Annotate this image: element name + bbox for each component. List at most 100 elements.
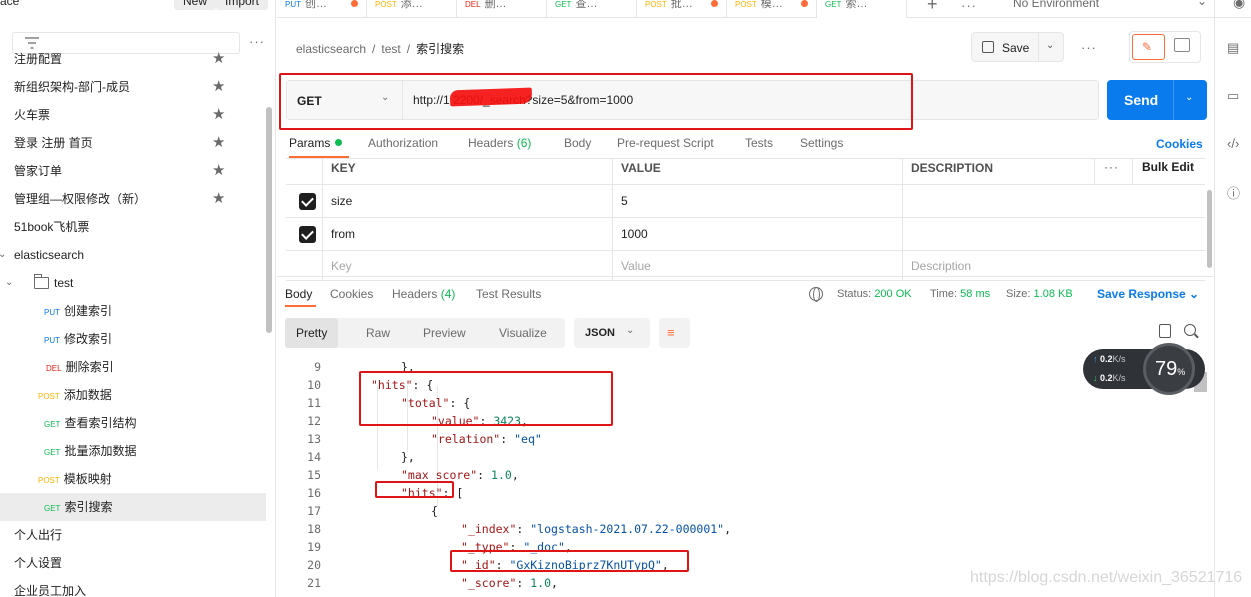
tab-prerequest[interactable]: Pre-request Script [617, 136, 714, 150]
collection-item[interactable]: 管家订单 ★ [0, 157, 266, 185]
save-button[interactable]: Save ⌄ [971, 32, 1064, 62]
collection-item[interactable]: 火车票 ★ [0, 101, 266, 129]
tree-item-label: 模板映射 [63, 472, 112, 486]
import-button[interactable]: Import [216, 0, 269, 10]
comments-icon[interactable]: ▭ [1227, 88, 1239, 104]
request-tab[interactable]: GET 查… [547, 0, 637, 18]
new-button[interactable]: New [174, 0, 217, 10]
edit-mode-button[interactable]: ✎ [1132, 34, 1165, 60]
request-tab[interactable]: GET 索… [817, 0, 907, 18]
tab-params[interactable]: Params [289, 136, 343, 150]
collection-item[interactable]: 注册配置 ★ [0, 45, 266, 73]
view-mode-raw[interactable]: Raw [355, 318, 401, 348]
sidebar-scrollbar[interactable] [266, 107, 272, 333]
chevron-down-icon[interactable]: ⌄ [1197, 0, 1207, 8]
send-button[interactable]: Send ⌄ [1107, 80, 1207, 120]
param-key[interactable]: from [322, 218, 612, 250]
collection-item[interactable]: 51book飞机票 [0, 213, 266, 241]
line-number: 21 [307, 576, 321, 590]
response-tab-body[interactable]: Body [285, 287, 312, 301]
info-icon[interactable]: ⓘ [1227, 183, 1240, 202]
request-item[interactable]: PUT 修改索引 [0, 325, 266, 353]
documentation-icon[interactable]: ▤ [1227, 40, 1239, 56]
request-item[interactable]: DEL 删除索引 [0, 353, 266, 381]
response-tab-cookies[interactable]: Cookies [330, 287, 373, 301]
collection-item[interactable]: 企业员工加入 [0, 577, 266, 597]
param-checkbox[interactable] [299, 193, 316, 210]
request-item[interactable]: GET 查看索引结构 [0, 409, 266, 437]
request-item[interactable]: PUT 创建索引 [0, 297, 266, 325]
environment-selector[interactable]: No Environment [1013, 0, 1099, 10]
chevron-down-icon[interactable]: ⌄ [0, 241, 6, 269]
star-icon[interactable]: ★ [212, 157, 225, 185]
cookies-link[interactable]: Cookies [1156, 137, 1203, 151]
table-more-icon[interactable]: ··· [1104, 160, 1119, 174]
request-more-icon[interactable]: ··· [1081, 40, 1097, 55]
param-key[interactable]: size [322, 185, 612, 217]
tree-item-label: 注册配置 [14, 52, 63, 66]
collection-item[interactable]: 管理组—权限修改（新） ★ [0, 185, 266, 213]
response-divider[interactable] [277, 276, 1213, 277]
response-tab-headers[interactable]: Headers (4) [392, 287, 455, 301]
copy-icon[interactable] [1159, 324, 1171, 338]
star-icon[interactable]: ★ [212, 129, 225, 157]
collection-item[interactable]: ⌄ elasticsearch [0, 241, 266, 269]
request-item[interactable]: POST 添加数据 [0, 381, 266, 409]
request-item[interactable]: GET 批量添加数据 [0, 437, 266, 465]
collection-item[interactable]: 登录 注册 首页 ★ [0, 129, 266, 157]
view-mode-visualize[interactable]: Visualize [488, 318, 558, 348]
star-icon[interactable]: ★ [212, 185, 225, 213]
tab-body[interactable]: Body [564, 136, 591, 150]
param-description[interactable] [902, 218, 1205, 250]
request-tab[interactable]: POST 批… [637, 0, 727, 18]
tabs-more-icon[interactable]: ··· [961, 0, 977, 13]
response-tab-test-results[interactable]: Test Results [476, 287, 541, 301]
request-item[interactable]: POST 模板映射 [0, 465, 266, 493]
request-tab[interactable]: POST 添… [367, 0, 457, 18]
tab-method: POST [375, 0, 397, 9]
method-badge: POST [38, 476, 60, 485]
folder-item[interactable]: ⌄ test [0, 269, 266, 297]
tree-item-label: 管家订单 [14, 164, 63, 178]
code-icon[interactable]: ‹/› [1227, 136, 1239, 151]
param-description[interactable] [902, 185, 1205, 217]
save-response-button[interactable]: Save Response ⌄ [1097, 287, 1199, 301]
chevron-down-icon[interactable]: ⌄ [1046, 40, 1054, 51]
tab-label: 批… [670, 0, 693, 10]
request-tab[interactable]: POST 模… [727, 0, 817, 18]
documentation-mode-icon[interactable] [1174, 38, 1190, 52]
request-tab[interactable]: PUT 创… [277, 0, 367, 18]
chevron-down-icon[interactable]: ⌄ [5, 269, 13, 297]
star-icon[interactable]: ★ [212, 73, 225, 101]
size-readout: Size: 1.08 KB [1006, 288, 1073, 300]
tab-authorization[interactable]: Authorization [368, 136, 438, 150]
view-mode-pretty[interactable]: Pretty [285, 318, 339, 348]
bulk-edit-button[interactable]: Bulk Edit [1142, 160, 1194, 174]
globe-icon[interactable] [809, 287, 823, 302]
collection-item[interactable]: 个人设置 [0, 549, 266, 577]
wrap-lines-button[interactable]: ≡ [659, 318, 690, 348]
eye-icon[interactable]: ◉ [1233, 0, 1245, 11]
collection-item[interactable]: 个人出行 [0, 521, 266, 549]
request-scrollbar[interactable] [1207, 190, 1212, 268]
param-value[interactable]: 1000 [612, 218, 902, 250]
chevron-down-icon[interactable]: ⌄ [1185, 92, 1193, 103]
collection-item[interactable]: 新组织架构-部门-成员 ★ [0, 73, 266, 101]
tab-tests[interactable]: Tests [745, 136, 773, 150]
search-icon[interactable] [1184, 324, 1196, 336]
param-checkbox[interactable] [299, 226, 316, 243]
new-tab-icon[interactable]: + [927, 0, 938, 15]
star-icon[interactable]: ★ [212, 101, 225, 129]
breadcrumb-folder[interactable]: test [381, 42, 400, 56]
breadcrumb-collection[interactable]: elasticsearch [296, 42, 366, 56]
send-label: Send [1124, 92, 1159, 108]
description-header: DESCRIPTION [902, 159, 1094, 184]
star-icon[interactable]: ★ [212, 45, 225, 73]
tab-settings[interactable]: Settings [800, 136, 843, 150]
request-tab[interactable]: DEL 删… [457, 0, 547, 18]
view-mode-preview[interactable]: Preview [412, 318, 477, 348]
tab-headers[interactable]: Headers (6) [468, 136, 531, 150]
param-value[interactable]: 5 [612, 185, 902, 217]
request-item[interactable]: GET 索引搜索 [0, 493, 266, 521]
format-select[interactable]: JSON ⌄ [574, 318, 650, 348]
